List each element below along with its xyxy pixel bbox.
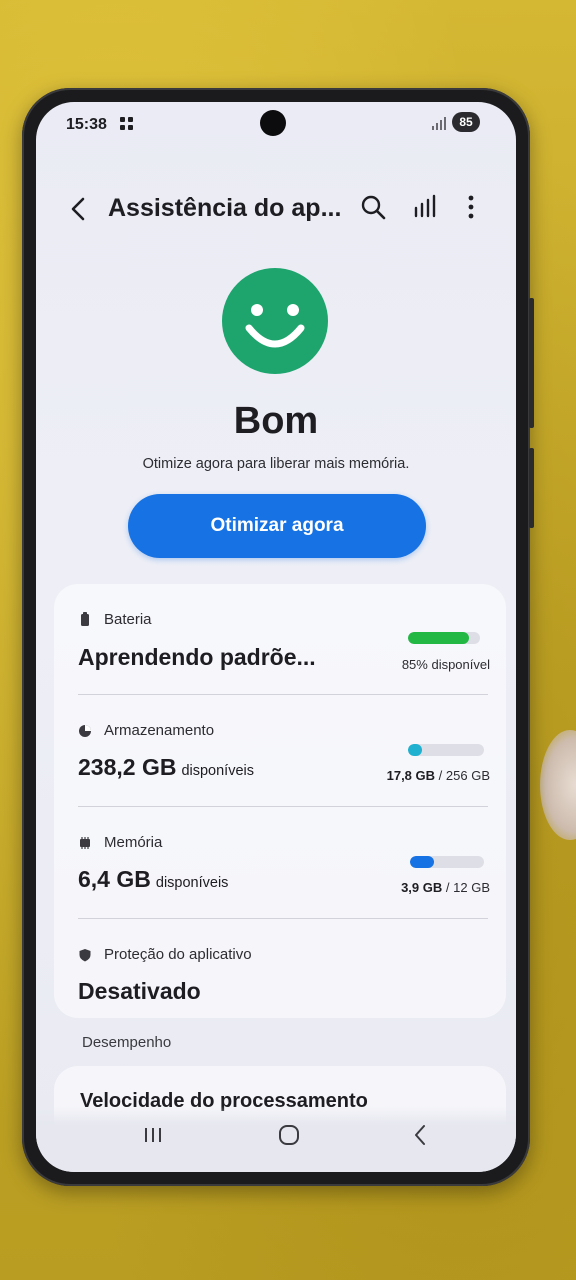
- storage-bar-fill: [408, 744, 422, 756]
- battery-bar: [408, 632, 480, 644]
- app-protection-label: Proteção do aplicativo: [104, 946, 252, 963]
- front-camera: [260, 110, 286, 136]
- memory-total: 12 GB: [453, 880, 490, 895]
- search-icon[interactable]: [358, 192, 388, 222]
- memory-available-amount: 6,4 GB: [78, 866, 151, 892]
- optimize-now-button[interactable]: Otimizar agora: [128, 494, 426, 558]
- memory-used: 3,9 GB: [401, 880, 443, 895]
- navigation-bar: [36, 1106, 516, 1172]
- battery-value: Aprendendo padrõe...: [78, 644, 316, 671]
- memory-separator: /: [445, 880, 450, 895]
- status-card: Bateria Aprendendo padrõe... 85% disponí…: [54, 584, 506, 1018]
- storage-row[interactable]: Armazenamento 238,2 GB disponíveis 17,8 G…: [54, 696, 506, 806]
- divider: [78, 694, 488, 695]
- divider: [78, 806, 488, 807]
- memory-bar: [410, 856, 484, 868]
- storage-available-amount: 238,2 GB: [78, 754, 177, 780]
- memory-row[interactable]: Memória 6,4 GB disponíveis 3,9 GB / 12 GB: [54, 808, 506, 918]
- battery-badge: 85: [452, 112, 480, 132]
- smiley-face-icon: [222, 268, 328, 374]
- storage-label: Armazenamento: [104, 722, 215, 739]
- app-protection-row[interactable]: Proteção do aplicativo Desativado: [54, 920, 506, 1030]
- status-bar: 15:38 85: [36, 102, 516, 146]
- status-time: 15:38: [66, 116, 107, 133]
- status-title: Bom: [233, 400, 319, 442]
- memory-available-suffix: disponíveis: [155, 875, 229, 891]
- storage-bar: [408, 744, 484, 756]
- storage-used: 17,8 GB: [386, 768, 436, 783]
- notification-dots-icon: [120, 117, 134, 131]
- more-options-icon[interactable]: [456, 192, 486, 222]
- app-protection-status: Desativado: [78, 978, 201, 1004]
- back-icon[interactable]: [64, 194, 94, 224]
- signal-icon: [432, 116, 446, 130]
- screen: 15:38 85 Assistência do ap... Bom Otimiz…: [36, 102, 516, 1172]
- memory-chip-icon: [78, 836, 92, 850]
- divider: [78, 918, 488, 919]
- shield-icon: [78, 948, 92, 962]
- memory-value: 6,4 GB disponíveis: [78, 866, 228, 893]
- power-button: [529, 448, 534, 528]
- storage-pie-icon: [78, 724, 92, 738]
- home-icon[interactable]: [272, 1120, 306, 1150]
- page-title: Assistência do ap...: [108, 194, 342, 222]
- app-bar: Assistência do ap...: [36, 184, 516, 234]
- memory-usage: 3,9 GB / 12 GB: [401, 880, 490, 895]
- storage-available-suffix: disponíveis: [181, 763, 254, 779]
- storage-value: 238,2 GB disponíveis: [78, 754, 254, 781]
- storage-separator: /: [438, 768, 443, 783]
- battery-icon: [78, 612, 92, 626]
- storage-usage: 17,8 GB / 256 GB: [387, 768, 490, 783]
- memory-bar-fill: [410, 856, 435, 868]
- phone-frame: 15:38 85 Assistência do ap... Bom Otimiz…: [22, 88, 534, 1186]
- storage-total: 256 GB: [445, 768, 490, 783]
- bar-chart-icon[interactable]: [410, 192, 440, 222]
- performance-header: Desempenho: [82, 1034, 172, 1051]
- volume-button: [529, 298, 534, 428]
- battery-available: 85% disponível: [401, 657, 490, 672]
- battery-row[interactable]: Bateria Aprendendo padrõe... 85% disponí…: [54, 584, 506, 694]
- recent-apps-icon[interactable]: [136, 1120, 170, 1150]
- battery-bar-fill: [408, 632, 470, 644]
- battery-label: Bateria: [104, 611, 152, 628]
- status-subtitle: Otimize agora para liberar mais memória.: [142, 456, 410, 472]
- back-nav-icon[interactable]: [404, 1120, 438, 1150]
- memory-label: Memória: [104, 834, 163, 851]
- app-protection-value: Desativado: [78, 978, 201, 1005]
- battery-status-text: Aprendendo padrõe...: [78, 644, 316, 670]
